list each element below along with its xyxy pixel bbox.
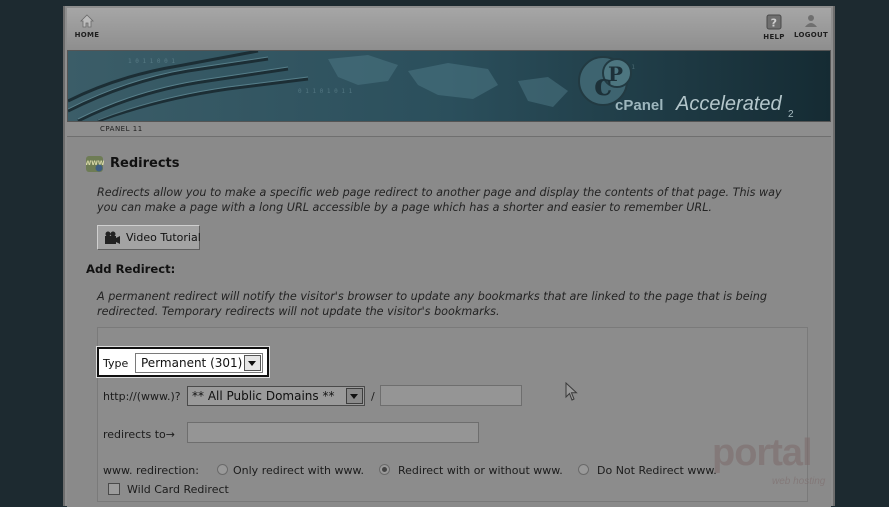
page-title: Redirects xyxy=(110,156,180,171)
redirects-to-label: redirects to→ xyxy=(103,428,175,441)
option-only-www-label: Only redirect with www. xyxy=(233,464,364,477)
home-label: HOME xyxy=(74,31,100,39)
svg-text:1 0 1 1 0 0 1: 1 0 1 1 0 0 1 xyxy=(128,58,175,65)
chevron-down-icon xyxy=(346,388,363,404)
video-camera-icon xyxy=(105,231,120,244)
type-highlight: Type Permanent (301) xyxy=(97,347,269,377)
redirect-path-input[interactable] xyxy=(380,385,522,406)
type-label: Type xyxy=(103,357,129,370)
help-button[interactable]: ? HELP xyxy=(762,14,786,41)
logout-icon xyxy=(805,15,817,27)
logo-version: 2 xyxy=(788,109,794,120)
home-button[interactable]: HOME xyxy=(73,14,101,39)
wildcard-label: Wild Card Redirect xyxy=(127,483,229,496)
radio-only-www[interactable] xyxy=(217,464,228,475)
logout-label: LOGOUT xyxy=(794,31,829,39)
help-icon: ? xyxy=(766,14,782,30)
top-navigation-bar: HOME ? HELP LOGOUT xyxy=(67,8,831,50)
video-tutorial-button[interactable]: Video Tutorial xyxy=(97,225,201,250)
radio-with-or-without-www[interactable] xyxy=(379,464,390,475)
option-do-not-redirect-www-label: Do Not Redirect www. xyxy=(597,464,717,477)
watermark-text: portal xyxy=(712,432,813,474)
mouse-cursor-icon xyxy=(565,382,578,401)
add-redirect-heading: Add Redirect: xyxy=(86,262,176,276)
redirects-icon: WWW xyxy=(86,156,104,172)
url-prefix-label: http://(www.)? xyxy=(103,390,181,403)
logout-button[interactable]: LOGOUT xyxy=(794,14,828,39)
www-redirection-label: www. redirection: xyxy=(103,464,199,477)
help-label: HELP xyxy=(763,33,785,41)
radio-do-not-redirect-www[interactable] xyxy=(578,464,589,475)
portal-watermark: portal web hosting xyxy=(712,432,862,492)
redirects-to-input[interactable] xyxy=(187,422,479,443)
video-tutorial-label: Video Tutorial xyxy=(126,231,201,244)
type-select[interactable]: Permanent (301) xyxy=(135,353,263,373)
accelerated-logo-text: Accelerated xyxy=(675,93,782,115)
breadcrumb-bar: CPANEL 11 xyxy=(67,122,831,137)
svg-text:P: P xyxy=(608,62,623,86)
chevron-down-icon xyxy=(244,355,261,371)
option-with-or-without-www-label: Redirect with or without www. xyxy=(398,464,563,477)
wildcard-checkbox[interactable] xyxy=(108,483,120,495)
svg-text:0 1 1 0 1 0 1 1: 0 1 1 0 1 0 1 1 xyxy=(298,88,353,95)
home-icon xyxy=(80,14,94,28)
page-description: Redirects allow you to make a specific w… xyxy=(97,186,782,214)
cpanel-logo-text: cPanel xyxy=(615,97,663,114)
cpanel-version-label: CPANEL 11 xyxy=(100,125,143,133)
add-redirect-description: A permanent redirect will notify the vis… xyxy=(97,290,767,318)
banner-graphic: 1 0 1 1 0 0 1 0 1 1 0 1 0 1 1 1 0 1 0 0 … xyxy=(68,51,830,121)
domain-select-value: ** All Public Domains ** xyxy=(192,389,335,403)
path-separator: / xyxy=(371,390,375,403)
svg-text:?: ? xyxy=(771,17,778,30)
watermark-subtext: web hosting xyxy=(772,476,826,487)
type-select-value: Permanent (301) xyxy=(141,356,243,370)
domain-select[interactable]: ** All Public Domains ** xyxy=(187,386,365,406)
cpanel-banner: 1 0 1 1 0 0 1 0 1 1 0 1 0 1 1 1 0 1 0 0 … xyxy=(67,50,831,122)
